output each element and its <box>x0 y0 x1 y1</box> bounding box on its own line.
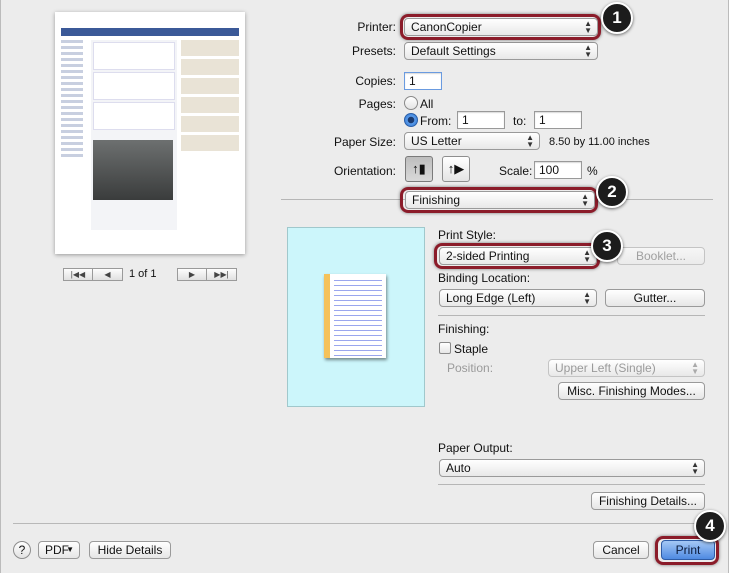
landscape-orientation-icon[interactable]: ↑▶ <box>442 156 470 182</box>
paper-size-popup[interactable]: US Letter ▲ ▼ <box>404 132 540 150</box>
pages-to-field[interactable]: 1 <box>534 111 582 129</box>
staple-label: Staple <box>454 342 489 356</box>
print-preview-page <box>55 12 245 254</box>
popup-arrows-icon: ▲ ▼ <box>584 43 592 59</box>
pdf-menu-button[interactable]: PDF ▼ <box>38 541 80 559</box>
pages-from-radio[interactable] <box>404 113 418 127</box>
printer-label: Printer: <box>357 20 396 34</box>
presets-popup[interactable]: Default Settings ▲ ▼ <box>404 42 598 60</box>
portrait-orientation-icon[interactable]: ↑▮ <box>405 156 433 182</box>
position-label: Position: <box>447 361 494 375</box>
presets-label: Presets: <box>351 44 396 58</box>
footer-divider <box>13 523 716 524</box>
scale-label: Scale: <box>499 164 533 178</box>
chevron-down-icon: ▼ <box>66 545 74 554</box>
misc-finishing-modes-button[interactable]: Misc. Finishing Modes... <box>558 382 705 400</box>
callout-print-style-highlight <box>434 243 600 269</box>
orientation-label: Orientation: <box>333 164 396 178</box>
presets-value: Default Settings <box>411 44 496 58</box>
binding-location-value: Long Edge (Left) <box>446 291 536 305</box>
callout-finishing-highlight <box>400 187 598 213</box>
previous-page-button[interactable]: ◀ <box>93 268 123 281</box>
paper-output-popup[interactable]: Auto ▲ ▼ <box>439 459 705 477</box>
popup-arrows-icon: ▲ ▼ <box>526 133 534 149</box>
preview-footer <box>61 245 239 249</box>
preview-site-bar <box>61 28 239 36</box>
page-counter: 1 of 1 <box>129 268 157 280</box>
preview-right-column <box>181 40 239 190</box>
last-page-button[interactable]: ▶▶| <box>207 268 237 281</box>
copies-field[interactable]: 1 <box>404 72 442 90</box>
gutter-button[interactable]: Gutter... <box>605 289 705 307</box>
callout-badge-3: 3 <box>591 230 623 262</box>
print-style-label: Print Style: <box>438 228 497 242</box>
scale-field[interactable]: 100 <box>534 161 582 179</box>
pages-from-field[interactable]: 1 <box>457 111 505 129</box>
pages-from-label: From: <box>420 114 452 128</box>
scale-unit: % <box>587 164 598 178</box>
pages-label: Pages: <box>358 97 396 111</box>
popup-arrows-icon: ▲ ▼ <box>691 360 699 376</box>
pages-to-label: to: <box>513 114 527 128</box>
paper-output-value: Auto <box>446 461 471 475</box>
finishing-layout-preview <box>287 227 425 407</box>
pages-all-radio[interactable] <box>404 96 418 110</box>
first-page-button[interactable]: |◀◀ <box>63 268 93 281</box>
callout-badge-2: 2 <box>596 176 628 208</box>
booklet-button[interactable]: Booklet... <box>617 247 705 265</box>
output-divider <box>438 484 705 485</box>
binding-location-popup[interactable]: Long Edge (Left) ▲ ▼ <box>439 289 597 307</box>
binding-location-label: Binding Location: <box>438 271 531 285</box>
finishing-details-button[interactable]: Finishing Details... <box>591 492 705 510</box>
paper-output-label: Paper Output: <box>438 441 513 455</box>
hide-details-button[interactable]: Hide Details <box>89 541 171 559</box>
preview-sidebar <box>61 40 87 200</box>
copies-label: Copies: <box>355 74 396 88</box>
callout-badge-1: 1 <box>601 2 633 34</box>
paper-dimensions: 8.50 by 11.00 inches <box>549 136 650 148</box>
next-page-button[interactable]: ▶ <box>177 268 207 281</box>
cancel-button[interactable]: Cancel <box>593 541 649 559</box>
document-page-icon <box>324 274 386 358</box>
preview-main-column <box>91 40 177 230</box>
paper-size-label: Paper Size: <box>333 135 396 149</box>
preview-header <box>61 18 239 24</box>
callout-badge-4: 4 <box>694 510 726 542</box>
position-value: Upper Left (Single) <box>555 361 656 375</box>
paper-size-value: US Letter <box>411 134 462 148</box>
preview-photo <box>93 140 173 200</box>
finishing-label: Finishing: <box>438 322 490 336</box>
popup-arrows-icon: ▲ ▼ <box>583 290 591 306</box>
help-button[interactable]: ? <box>13 541 31 559</box>
pages-all-label: All <box>420 97 434 111</box>
preview-nav-right: ▶ ▶▶| <box>177 268 237 281</box>
popup-arrows-icon: ▲ ▼ <box>691 460 699 476</box>
staple-checkbox[interactable] <box>439 342 451 354</box>
binding-divider <box>438 315 705 316</box>
position-popup[interactable]: Upper Left (Single) ▲ ▼ <box>548 359 705 377</box>
callout-printer-highlight <box>400 14 601 40</box>
print-dialog: |◀◀ ◀ 1 of 1 ▶ ▶▶| Printer: CanonCopier … <box>0 0 729 573</box>
preview-nav-left: |◀◀ ◀ <box>63 268 123 281</box>
